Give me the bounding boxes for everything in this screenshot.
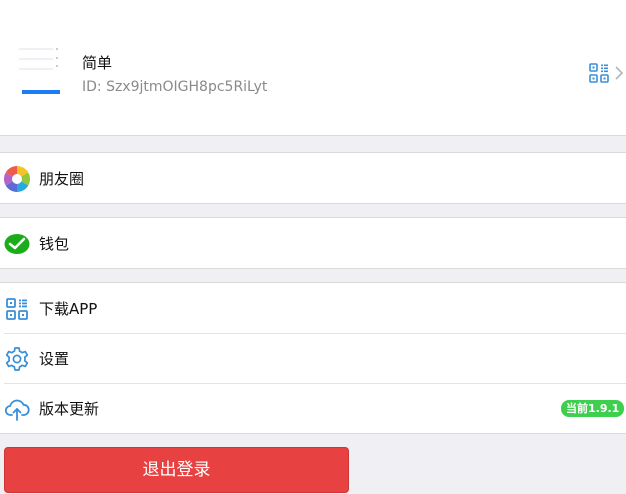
gear-icon <box>5 347 29 371</box>
menu-label-update: 版本更新 <box>39 400 100 418</box>
wallet-section: 钱包 <box>0 217 626 269</box>
moments-icon <box>4 166 30 192</box>
menu-label-download: 下载APP <box>39 300 98 318</box>
profile-name: 简单 <box>82 54 113 72</box>
menu-label-settings: 设置 <box>39 350 70 368</box>
app-section: 下载APP 设置 版本更新 当前1.9.1 <box>0 282 626 434</box>
profile-card[interactable]: 简单 ID: Szx9jtmOIGH8pc5RiLyt <box>0 0 626 136</box>
qr-code-icon[interactable] <box>589 63 609 83</box>
menu-item-wallet[interactable]: 钱包 <box>0 218 626 268</box>
avatar <box>13 44 65 96</box>
chevron-right-icon[interactable] <box>614 66 624 80</box>
qr-code-icon <box>6 298 28 320</box>
logout-button[interactable]: 退出登录 <box>4 447 349 493</box>
wallet-icon <box>4 234 30 254</box>
profile-id: ID: Szx9jtmOIGH8pc5RiLyt <box>82 79 268 95</box>
menu-label-moments: 朋友圈 <box>39 170 85 188</box>
version-badge: 当前1.9.1 <box>561 400 625 417</box>
menu-item-settings[interactable]: 设置 <box>0 333 626 383</box>
moments-section: 朋友圈 <box>0 152 626 204</box>
profile-page: 简单 ID: Szx9jtmOIGH8pc5RiLyt 朋友圈 钱包 下载APP… <box>0 0 626 494</box>
cloud-upload-icon <box>4 399 30 421</box>
menu-item-moments[interactable]: 朋友圈 <box>0 153 626 203</box>
menu-label-wallet: 钱包 <box>39 235 70 253</box>
menu-item-download[interactable]: 下载APP <box>0 283 626 333</box>
menu-item-update[interactable]: 版本更新 当前1.9.1 <box>0 383 626 433</box>
